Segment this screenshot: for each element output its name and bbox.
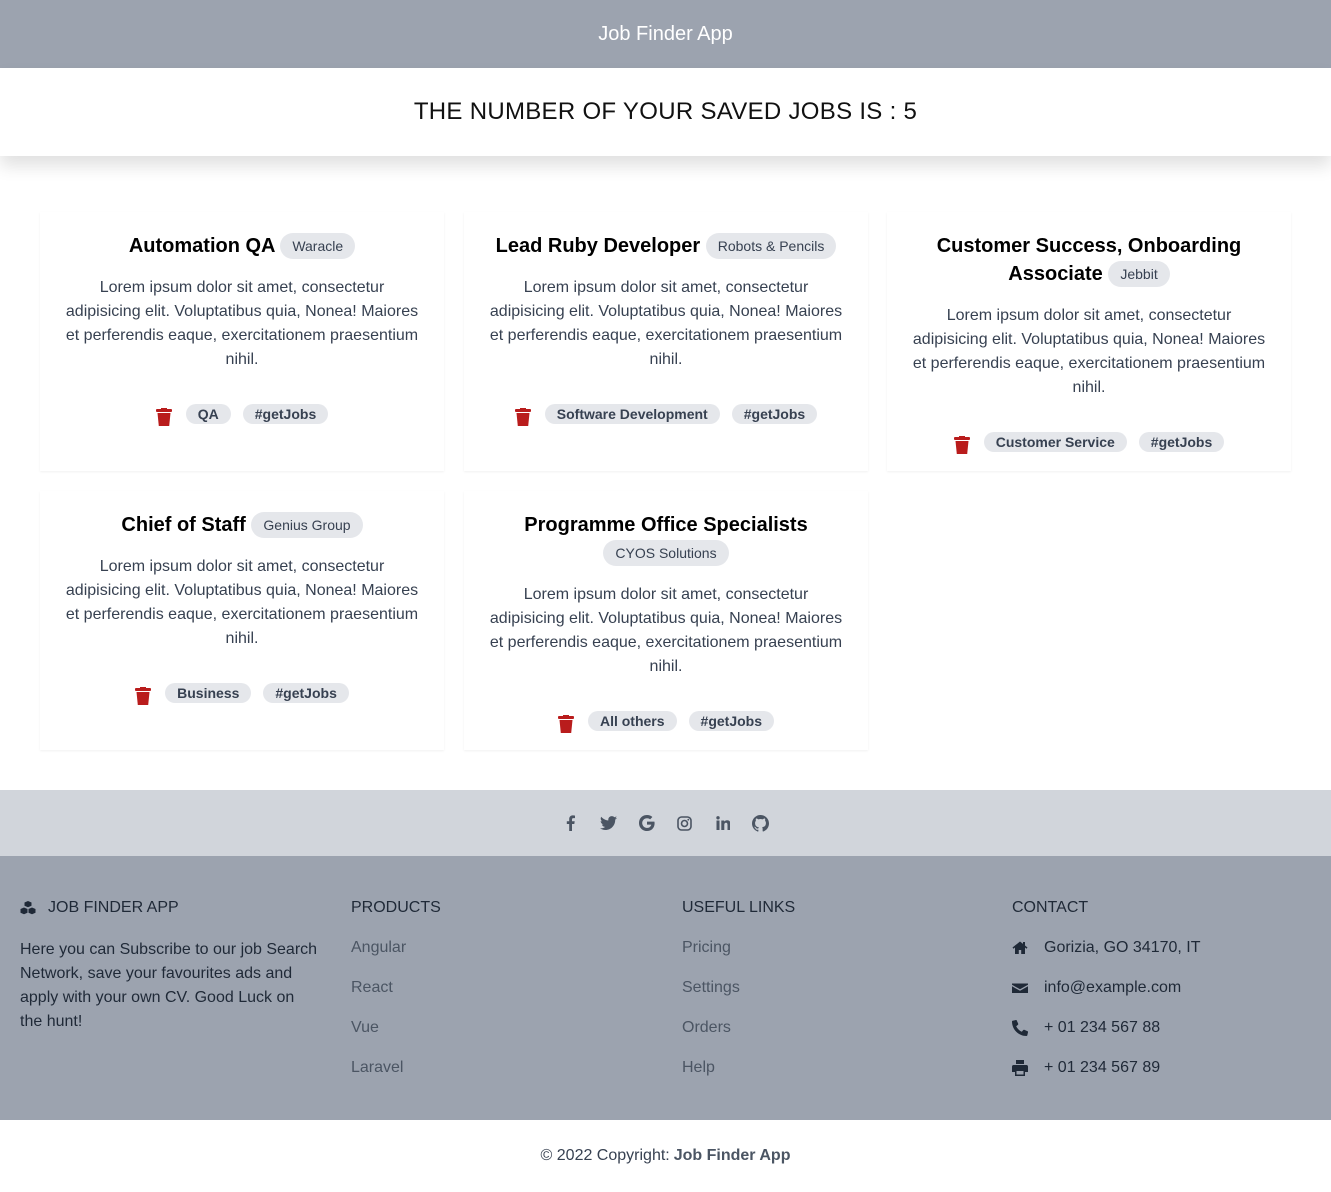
job-tag[interactable]: #getJobs [1138,432,1225,452]
footer-link-laravel[interactable]: Laravel [351,1058,441,1078]
cubes-icon [20,901,36,915]
job-tags: QA #getJobs [60,404,424,426]
job-description: Lorem ipsum dolor sit amet, consectetur … [65,558,419,647]
job-description: Lorem ipsum dolor sit amet, consectetur … [489,279,843,368]
job-title-row: Chief of Staff Genius Group [60,511,424,539]
trash-icon[interactable] [953,436,970,454]
job-tag[interactable]: #getJobs [242,404,329,424]
contact-email: info@example.com [1012,978,1201,998]
saved-jobs-header: THE NUMBER OF YOUR SAVED JOBS IS : 5 [0,68,1331,156]
footer-link-react[interactable]: React [351,978,441,998]
footer-link-orders[interactable]: Orders [682,1018,795,1038]
job-title: Lead Ruby Developer [495,235,701,257]
company-badge: CYOS Solutions [603,539,729,566]
job-title-row: Lead Ruby Developer Robots & Pencils [484,232,848,260]
contact-phone: + 01 234 567 88 [1012,1018,1201,1038]
home-icon [1012,941,1028,954]
footer-contact: CONTACT Gorizia, GO 34170, IT info@examp… [1012,898,1201,1098]
job-description: Lorem ipsum dolor sit amet, consectetur … [65,279,419,368]
job-title: Customer Success, Onboarding [936,235,1242,257]
job-title: Chief of Staff [121,514,246,536]
job-description: Lorem ipsum dolor sit amet, consectetur … [912,307,1266,396]
copyright-text: © 2022 Copyright: [540,1147,670,1164]
job-card: Programme Office Specialists CYOS Soluti… [464,491,868,750]
job-description: Lorem ipsum dolor sit amet, consectetur … [489,586,843,675]
job-tag[interactable]: Software Development [544,404,720,424]
footer-contact-heading: CONTACT [1012,899,1089,916]
job-tag[interactable]: Customer Service [983,432,1127,452]
trash-icon[interactable] [155,408,172,426]
job-tags: Software Development #getJobs [484,404,848,426]
footer-link-vue[interactable]: Vue [351,1018,441,1038]
job-card: Automation QA Waracle Lorem ipsum dolor … [40,212,444,471]
footer: JOB FINDER APP Here you can Subscribe to… [0,856,1331,1120]
copyright-brand-link[interactable]: Job Finder App [674,1147,791,1165]
footer-about: JOB FINDER APP Here you can Subscribe to… [20,898,320,1034]
footer-link-help[interactable]: Help [682,1058,795,1078]
company-badge: Genius Group [251,511,363,538]
linkedin-icon[interactable] [714,814,732,832]
footer-products: PRODUCTS Angular React Vue Laravel [351,898,441,1098]
job-title: Programme Office Specialists [524,514,808,536]
trash-icon[interactable] [557,715,574,733]
job-tag[interactable]: #getJobs [731,404,818,424]
footer-link-pricing[interactable]: Pricing [682,938,795,958]
footer-link-angular[interactable]: Angular [351,938,441,958]
trash-icon[interactable] [135,687,152,705]
saved-jobs-count-title: THE NUMBER OF YOUR SAVED JOBS IS : 5 [413,98,918,125]
envelope-icon [1012,983,1028,993]
saved-jobs-grid: Automation QA Waracle Lorem ipsum dolor … [0,156,1331,790]
job-tags: All others #getJobs [484,711,848,733]
company-badge: Waracle [280,232,356,259]
job-tag[interactable]: #getJobs [263,683,349,703]
copyright-bar: © 2022 Copyright: Job Finder App [0,1120,1331,1192]
job-tag[interactable]: All others [587,711,677,731]
navbar: Job Finder App [0,0,1331,68]
contact-address-text: Gorizia, GO 34170, IT [1044,939,1201,956]
print-icon [1012,1060,1028,1076]
footer-brand: JOB FINDER APP [48,899,179,916]
footer-useful-heading: USEFUL LINKS [682,899,796,916]
contact-fax: + 01 234 567 89 [1012,1058,1201,1078]
navbar-brand[interactable]: Job Finder App [598,23,733,46]
contact-address: Gorizia, GO 34170, IT [1012,938,1201,958]
footer-useful-links: USEFUL LINKS Pricing Settings Orders Hel… [682,898,795,1098]
job-title: Automation QA [128,235,275,257]
footer-products-heading: PRODUCTS [351,899,441,916]
trash-icon[interactable] [514,408,531,426]
job-card: Lead Ruby Developer Robots & Pencils Lor… [464,212,868,471]
job-title-row: Customer Success, Onboarding Associate J… [907,232,1271,288]
github-icon[interactable] [752,814,770,832]
job-tags: Business #getJobs [60,683,424,705]
google-icon[interactable] [638,814,656,832]
contact-fax-text: + 01 234 567 89 [1044,1059,1161,1076]
contact-phone-text: + 01 234 567 88 [1044,1019,1161,1036]
company-badge: Jebbit [1108,260,1170,287]
job-tag[interactable]: #getJobs [688,711,775,731]
instagram-icon[interactable] [676,814,694,832]
footer-about-heading: JOB FINDER APP [20,898,320,918]
footer-link-settings[interactable]: Settings [682,978,795,998]
job-title-row: Programme Office Specialists CYOS Soluti… [484,511,848,567]
twitter-icon[interactable] [600,814,618,832]
social-bar [0,790,1331,856]
job-card: Chief of Staff Genius Group Lorem ipsum … [40,491,444,750]
job-tag[interactable]: Business [165,683,252,703]
contact-email-text: info@example.com [1044,979,1182,996]
company-badge: Robots & Pencils [705,232,837,259]
job-tags: Customer Service #getJobs [907,432,1271,454]
job-title-row: Automation QA Waracle [60,232,424,260]
job-title-continued: Associate [1008,263,1103,285]
job-card: Customer Success, Onboarding Associate J… [887,212,1291,471]
footer-about-text: Here you can Subscribe to our job Search… [20,941,318,1030]
phone-icon [1012,1020,1028,1036]
facebook-icon[interactable] [562,814,580,832]
job-tag[interactable]: QA [185,404,231,424]
